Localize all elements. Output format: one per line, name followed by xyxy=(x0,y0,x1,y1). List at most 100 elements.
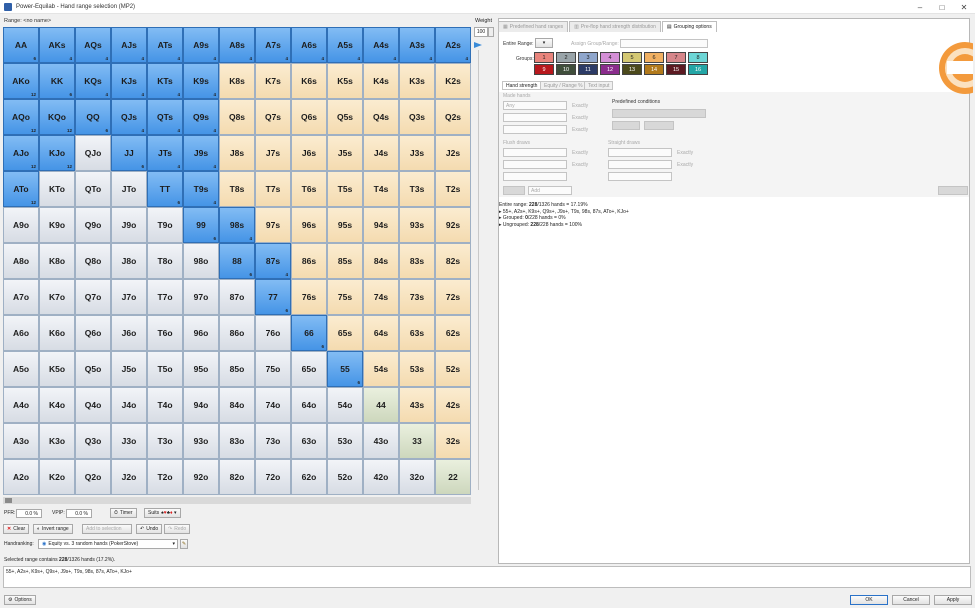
hand-cell-kjo[interactable]: KJo 12 xyxy=(39,135,75,171)
edit-handranking-button[interactable]: ✎ xyxy=(180,539,188,549)
redo-button[interactable]: ↷ Redo xyxy=(164,524,191,534)
group-button-12[interactable]: 12 xyxy=(600,64,620,75)
hand-cell-j3o[interactable]: J3o xyxy=(111,423,147,459)
straight-draws-select-1[interactable] xyxy=(608,148,672,157)
hand-cell-j5s[interactable]: J5s xyxy=(327,135,363,171)
hand-cell-k4s[interactable]: K4s xyxy=(363,63,399,99)
hand-cell-kts[interactable]: KTs 4 xyxy=(147,63,183,99)
hand-cell-ako[interactable]: AKo 12 xyxy=(3,63,39,99)
weight-spinner[interactable] xyxy=(488,27,494,37)
hand-cell-t8o[interactable]: T8o xyxy=(147,243,183,279)
hand-cell-aqs[interactable]: AQs 4 xyxy=(75,27,111,63)
hand-cell-82s[interactable]: 82s xyxy=(435,243,471,279)
add-condition-select[interactable]: Add xyxy=(528,186,572,195)
group-button-13[interactable]: 13 xyxy=(622,64,642,75)
matrix-slider-thumb[interactable] xyxy=(5,498,12,503)
tab-grouping-options[interactable]: ▤ Grouping options xyxy=(661,21,717,32)
hand-cell-a6s[interactable]: A6s 4 xyxy=(291,27,327,63)
hand-cell-t7o[interactable]: T7o xyxy=(147,279,183,315)
hand-cell-94s[interactable]: 94s xyxy=(363,207,399,243)
minimize-button[interactable]: – xyxy=(909,0,931,14)
undo-button[interactable]: ↶ Undo xyxy=(136,524,163,534)
hand-cell-kto[interactable]: KTo xyxy=(39,171,75,207)
hand-cell-44[interactable]: 44 xyxy=(363,387,399,423)
hand-cell-96s[interactable]: 96s xyxy=(291,207,327,243)
group-button-8[interactable]: 8 xyxy=(688,52,708,63)
straight-draws-select-3[interactable] xyxy=(608,172,672,181)
hand-cell-85s[interactable]: 85s xyxy=(327,243,363,279)
flush-draws-select-3[interactable] xyxy=(503,172,567,181)
timer-button[interactable]: ⏱ Timer xyxy=(110,508,137,518)
hand-cell-a3o[interactable]: A3o xyxy=(3,423,39,459)
hand-cell-a4o[interactable]: A4o xyxy=(3,387,39,423)
hand-cell-87o[interactable]: 87o xyxy=(219,279,255,315)
group-button-5[interactable]: 5 xyxy=(622,52,642,63)
hand-cell-42o[interactable]: 42o xyxy=(363,459,399,495)
matrix-slider[interactable] xyxy=(3,497,471,504)
hand-cell-ajs[interactable]: AJs 4 xyxy=(111,27,147,63)
group-button-7[interactable]: 7 xyxy=(666,52,686,63)
hand-cell-87s[interactable]: 87s 4 xyxy=(255,243,291,279)
hand-cell-83o[interactable]: 83o xyxy=(219,423,255,459)
clear-button[interactable]: ✕ Clear xyxy=(3,524,30,534)
hand-cell-jto[interactable]: JTo xyxy=(111,171,147,207)
hand-cell-63s[interactable]: 63s xyxy=(399,315,435,351)
hand-cell-52s[interactable]: 52s xyxy=(435,351,471,387)
hand-cell-t2o[interactable]: T2o xyxy=(147,459,183,495)
predefined-conditions-select[interactable] xyxy=(612,109,706,118)
hand-cell-t9s[interactable]: T9s 4 xyxy=(183,171,219,207)
hand-cell-74s[interactable]: 74s xyxy=(363,279,399,315)
hand-cell-j3s[interactable]: J3s xyxy=(399,135,435,171)
hand-cell-k2o[interactable]: K2o xyxy=(39,459,75,495)
apply-button[interactable]: Apply xyxy=(934,595,972,605)
weight-input[interactable]: 100 xyxy=(474,27,488,37)
hand-cell-k5o[interactable]: K5o xyxy=(39,351,75,387)
hand-cell-kqs[interactable]: KQs 4 xyxy=(75,63,111,99)
hand-cell-q5o[interactable]: Q5o xyxy=(75,351,111,387)
hand-cell-85o[interactable]: 85o xyxy=(219,351,255,387)
hand-cell-62o[interactable]: 62o xyxy=(291,459,327,495)
hand-cell-95o[interactable]: 95o xyxy=(183,351,219,387)
hand-cell-54o[interactable]: 54o xyxy=(327,387,363,423)
hand-cell-qjo[interactable]: QJo xyxy=(75,135,111,171)
hand-cell-66[interactable]: 66 6 xyxy=(291,315,327,351)
hand-cell-tt[interactable]: TT 6 xyxy=(147,171,183,207)
hand-cell-k5s[interactable]: K5s xyxy=(327,63,363,99)
tab-predefined-ranges[interactable]: ▦ Predefined hand ranges xyxy=(498,21,569,32)
hand-cell-qq[interactable]: QQ 6 xyxy=(75,99,111,135)
hand-cell-a7s[interactable]: A7s 4 xyxy=(255,27,291,63)
group-button-16[interactable]: 16 xyxy=(688,64,708,75)
straight-draws-select-2[interactable] xyxy=(608,160,672,169)
hand-cell-q7s[interactable]: Q7s xyxy=(255,99,291,135)
hand-cell-a9o[interactable]: A9o xyxy=(3,207,39,243)
hand-cell-t6s[interactable]: T6s xyxy=(291,171,327,207)
hand-cell-95s[interactable]: 95s xyxy=(327,207,363,243)
hand-cell-aa[interactable]: AA 6 xyxy=(3,27,39,63)
made-hands-select-3[interactable] xyxy=(503,125,567,134)
hand-cell-k9s[interactable]: K9s 4 xyxy=(183,63,219,99)
hand-cell-q2o[interactable]: Q2o xyxy=(75,459,111,495)
hand-cell-65o[interactable]: 65o xyxy=(291,351,327,387)
hand-cell-76s[interactable]: 76s xyxy=(291,279,327,315)
subtab-hand-strength[interactable]: Hand strength xyxy=(502,81,542,90)
hand-cell-a5o[interactable]: A5o xyxy=(3,351,39,387)
hand-cell-j6s[interactable]: J6s xyxy=(291,135,327,171)
hand-cell-55[interactable]: 55 6 xyxy=(327,351,363,387)
vpip-input[interactable]: 0.0 % xyxy=(66,509,92,518)
hand-cell-a9s[interactable]: A9s 4 xyxy=(183,27,219,63)
hand-cell-t6o[interactable]: T6o xyxy=(147,315,183,351)
hand-cell-97s[interactable]: 97s xyxy=(255,207,291,243)
hand-cell-j7s[interactable]: J7s xyxy=(255,135,291,171)
subtab-equity-range[interactable]: Equity / Range % xyxy=(540,81,587,90)
ok-button[interactable]: OK xyxy=(850,595,888,605)
hand-cell-84o[interactable]: 84o xyxy=(219,387,255,423)
hand-cell-72o[interactable]: 72o xyxy=(255,459,291,495)
hand-cell-t4s[interactable]: T4s xyxy=(363,171,399,207)
hand-cell-qjs[interactable]: QJs 4 xyxy=(111,99,147,135)
hand-cell-82o[interactable]: 82o xyxy=(219,459,255,495)
remove-condition-button[interactable] xyxy=(503,186,525,195)
hand-cell-k7o[interactable]: K7o xyxy=(39,279,75,315)
group-button-10[interactable]: 10 xyxy=(556,64,576,75)
hand-cell-t8s[interactable]: T8s xyxy=(219,171,255,207)
hand-cell-j8s[interactable]: J8s xyxy=(219,135,255,171)
